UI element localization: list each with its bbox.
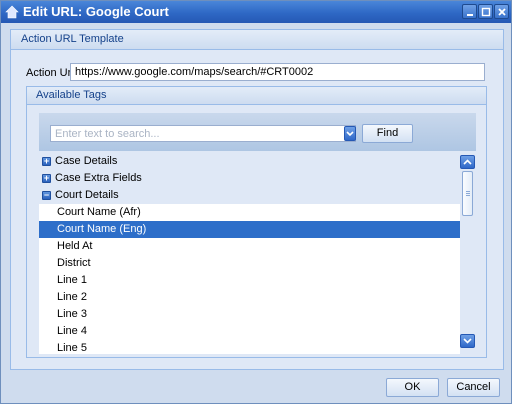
tree-item[interactable]: Line 5 (39, 340, 460, 354)
expand-plus-icon[interactable]: + (42, 173, 51, 183)
dropdown-toggle-button[interactable] (344, 126, 356, 141)
chevron-up-icon (463, 159, 472, 165)
action-url-template-header: Action URL Template (11, 30, 503, 50)
scroll-thumb[interactable] (462, 171, 473, 216)
tree-item[interactable]: Line 2 (39, 289, 460, 306)
search-placeholder: Enter text to search... (55, 128, 160, 140)
window-title: Edit URL: Google Court (23, 4, 169, 19)
collapse-minus-icon[interactable]: − (42, 190, 51, 200)
maximize-button[interactable] (478, 4, 493, 19)
tree-item[interactable]: Line 1 (39, 272, 460, 289)
close-button[interactable] (494, 4, 509, 19)
minimize-button[interactable] (462, 4, 477, 19)
expand-plus-icon[interactable]: + (42, 156, 51, 166)
ok-button[interactable]: OK (386, 378, 439, 397)
cancel-button[interactable]: Cancel (447, 378, 500, 397)
action-url-label: Action Url (26, 67, 74, 79)
home-icon (5, 5, 19, 19)
available-tags-header: Available Tags (27, 87, 486, 105)
tree-scrollbar[interactable] (460, 153, 476, 354)
scroll-down-button[interactable] (460, 334, 475, 348)
tree-item[interactable]: Line 4 (39, 323, 460, 340)
tree-group-label: Case Details (55, 155, 118, 167)
search-input[interactable]: Enter text to search... (50, 125, 356, 142)
title-bar[interactable]: Edit URL: Google Court (1, 1, 511, 23)
edit-url-dialog: Edit URL: Google Court Action URL Templa… (0, 0, 512, 404)
tree-item-label: Line 3 (57, 308, 87, 320)
action-url-input[interactable]: https://www.google.com/maps/search/#CRT0… (70, 63, 485, 81)
tree-item-label: Held At (57, 240, 93, 252)
scroll-up-button[interactable] (460, 155, 475, 169)
find-button[interactable]: Find (362, 124, 413, 143)
tree-item[interactable]: District (39, 255, 460, 272)
tree-item[interactable]: Court Name (Afr) (39, 204, 460, 221)
tree-item-label: Line 1 (57, 274, 87, 286)
tree-group-label: Court Details (55, 189, 119, 201)
chevron-down-icon (346, 131, 354, 137)
tree-item-label: Court Name (Afr) (57, 206, 141, 218)
tree-item[interactable]: Held At (39, 238, 460, 255)
tree-group-case-extra-fields[interactable]: + Case Extra Fields (39, 170, 460, 187)
tree-group-case-details[interactable]: + Case Details (39, 153, 460, 170)
tree-item-label: Line 4 (57, 325, 87, 337)
tree-item-label: Line 2 (57, 291, 87, 303)
tree-item-label: Line 5 (57, 342, 87, 354)
tree-item-label: District (57, 257, 91, 269)
tree-item-label: Court Name (Eng) (57, 223, 147, 235)
tree-group-court-details[interactable]: − Court Details (39, 187, 460, 204)
tree-group-label: Case Extra Fields (55, 172, 142, 184)
tree-item[interactable]: Line 3 (39, 306, 460, 323)
tags-tree: + Case Details + Case Extra Fields − Cou… (39, 153, 460, 354)
chevron-down-icon (463, 338, 472, 344)
tree-item-selected[interactable]: Court Name (Eng) (39, 221, 460, 238)
